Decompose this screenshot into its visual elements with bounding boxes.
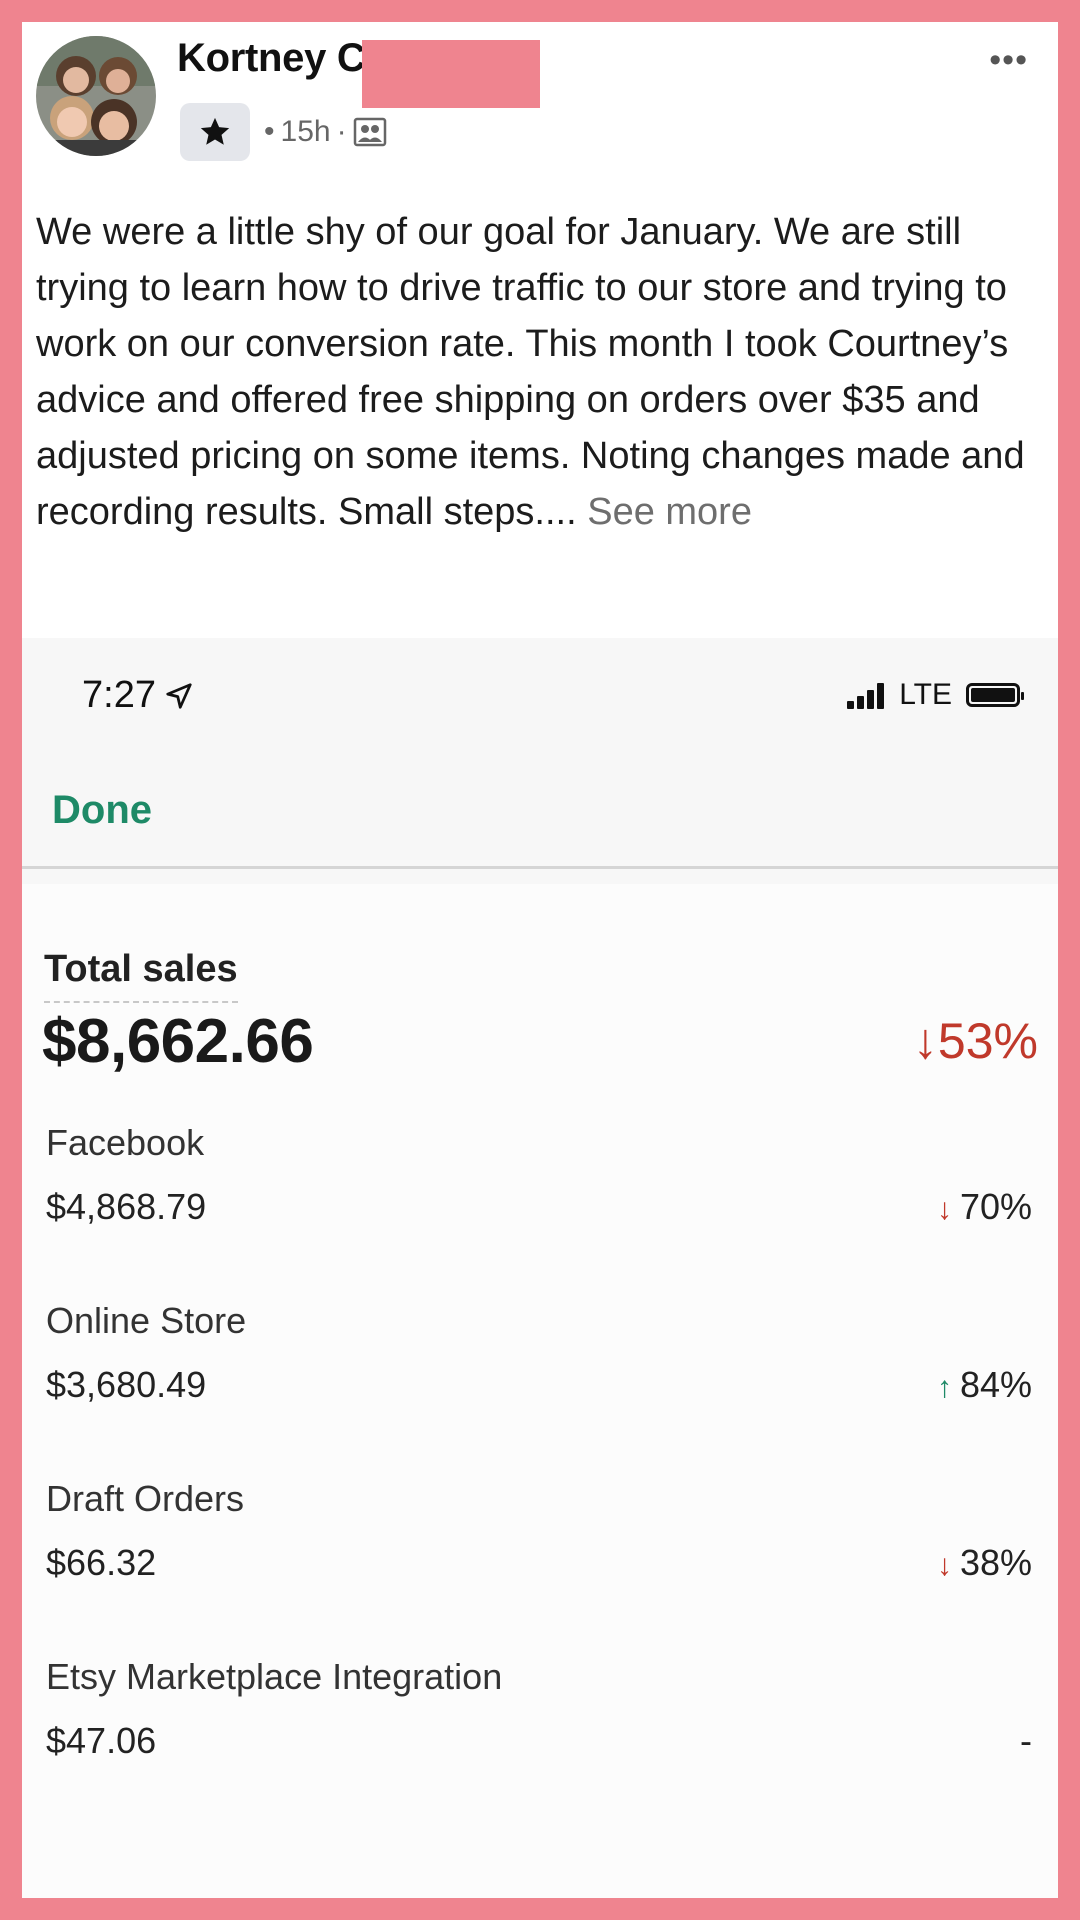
battery-icon [966,683,1024,707]
name-redaction-box [362,40,540,108]
attached-screenshot[interactable]: 7:27 LTE Done Total sales $8,662.66 ↓53%… [22,638,1058,1898]
channel-value: $66.32 [46,1542,157,1583]
channel-change-value: 84% [959,1364,1032,1405]
channel-name: Etsy Marketplace Integration [46,1656,503,1697]
total-sales-value: $8,662.66 [42,1007,314,1076]
post-meta-row: • 15h · [180,102,387,162]
group-audience-icon [353,117,386,147]
channel-change-value: 38% [959,1542,1032,1583]
meta-separator-middot: · [336,115,347,148]
channel-name: Facebook [46,1122,205,1163]
top-fan-badge[interactable] [180,103,250,161]
channel-value: $47.06 [46,1720,157,1761]
channel-value: $4,868.79 [46,1186,207,1227]
more-options-icon[interactable]: ••• [989,43,1028,77]
total-change-value: 53% [937,1013,1038,1069]
channel-name: Online Store [46,1300,247,1341]
meta-separator-dot: • [264,115,275,148]
total-sales-change: ↓53% [913,1012,1038,1070]
author-name[interactable]: Kortney C [177,36,366,81]
done-button[interactable]: Done [52,788,152,833]
status-time-text: 7:27 [82,674,156,716]
sales-report-panel: Total sales $8,662.66 ↓53% Facebook $4,8… [22,884,1058,1898]
channel-change-value: 70% [959,1186,1032,1227]
see-more-link[interactable]: See more [587,491,752,533]
channel-change: - [1020,1720,1032,1762]
network-type: LTE [899,678,952,711]
header-divider [22,866,1058,869]
channel-name: Draft Orders [46,1478,245,1519]
channel-change: ↓ 38% [937,1542,1032,1584]
author-avatar[interactable] [36,36,156,156]
arrow-down-icon: ↓ [936,1549,952,1582]
avatar-photo [36,36,156,156]
arrow-down-icon: ↓ [912,1013,938,1069]
arrow-up-icon: ↑ [936,1371,952,1404]
channel-change: ↑ 84% [937,1364,1032,1406]
channel-value: $3,680.49 [46,1364,207,1405]
post-time[interactable]: 15h [281,115,331,149]
status-bar-time: 7:27 [82,674,194,717]
post-text: We were a little shy of our goal for Jan… [36,211,1025,533]
status-bar-right: LTE [847,678,1024,712]
star-icon [200,117,230,145]
signal-bars-icon [847,681,887,709]
total-sales-label[interactable]: Total sales [44,948,238,1003]
channel-change: ↓ 70% [937,1186,1032,1228]
arrow-down-icon: ↓ [936,1193,952,1226]
location-arrow-icon [166,682,192,709]
facebook-post-card: Kortney C ••• • 15h · We were a little s… [22,22,1058,1898]
post-body: We were a little shy of our goal for Jan… [36,204,1046,540]
channel-change-value: - [1020,1720,1032,1761]
